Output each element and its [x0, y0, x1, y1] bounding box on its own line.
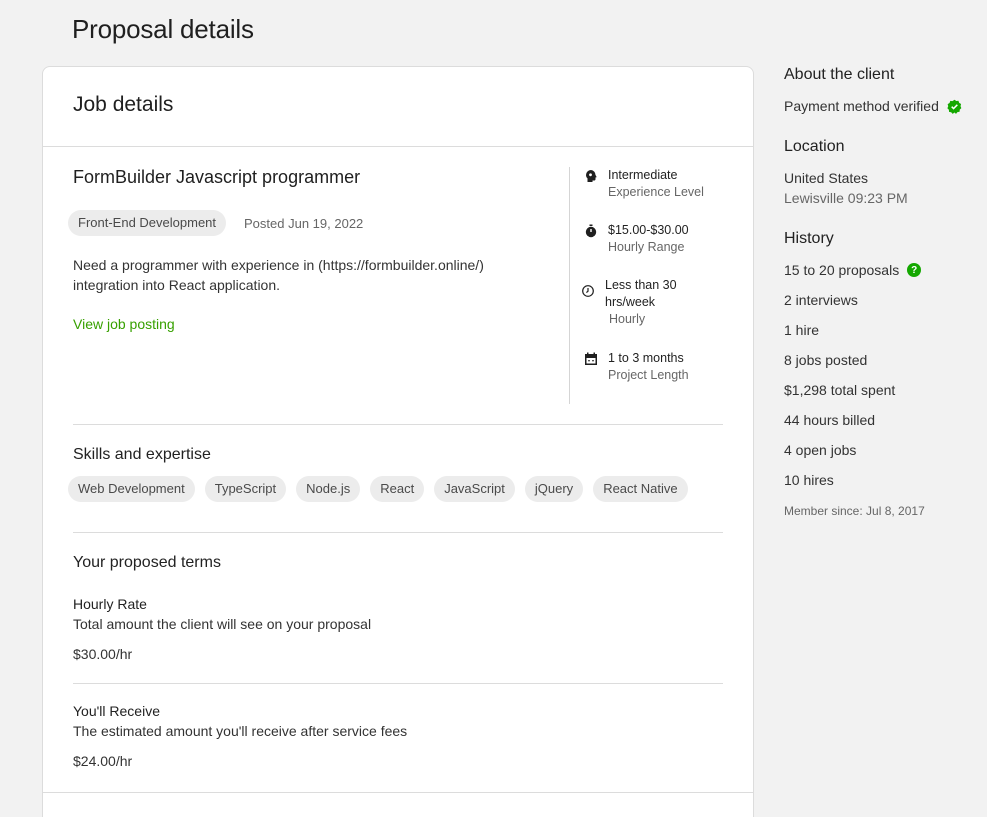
terms-heading: Your proposed terms: [73, 554, 221, 571]
history-interviews: 2 interviews: [784, 292, 858, 308]
hourly-rate-label: Hourly Rate: [73, 596, 147, 612]
history-total-spent: $1,298 total spent: [784, 382, 896, 398]
job-meta-row: Front-End Development Posted Jun 19, 202…: [68, 210, 363, 236]
attr-sub: Hourly Range: [608, 240, 685, 254]
client-heading: About the client: [784, 66, 895, 83]
help-icon[interactable]: ?: [907, 263, 922, 277]
skill-chip[interactable]: JavaScript: [434, 476, 515, 502]
verified-check-icon: [947, 99, 962, 114]
payment-status: Payment method verified: [784, 98, 962, 114]
history-hire: 1 hire: [784, 322, 820, 338]
skill-chip[interactable]: React: [370, 476, 425, 502]
skill-chip[interactable]: TypeScript: [204, 476, 287, 502]
receive-description: The estimated amount you'll receive afte…: [73, 723, 408, 739]
attr-hourly-range: $15.00-$30.00 Hourly Range: [584, 222, 689, 256]
view-job-posting-link[interactable]: View job posting: [73, 316, 175, 332]
job-details-card: Job details FormBuilder Javascript progr…: [42, 66, 754, 817]
calendar-icon: [585, 352, 597, 365]
attr-main: Intermediate: [608, 168, 678, 182]
hourly-rate-description: Total amount the client will see on your…: [73, 616, 372, 632]
history-hours-billed: 44 hours billed: [784, 412, 876, 428]
attr-experience: Intermediate Experience Level: [584, 167, 704, 201]
divider: [73, 683, 723, 684]
stopwatch-icon: [585, 224, 597, 238]
receive-value: $24.00/hr: [73, 753, 133, 769]
attr-main: Less than 30 hrs/week: [605, 278, 677, 309]
attr-project-length: 1 to 3 months Project Length: [584, 350, 689, 384]
client-country: United States: [784, 170, 869, 186]
attr-hours: Less than 30 hrs/week Hourly: [581, 277, 705, 328]
skills-list: Web Development TypeScript Node.js React…: [68, 476, 688, 502]
clock-icon: [582, 285, 594, 297]
category-chip[interactable]: Front-End Development: [68, 210, 227, 236]
history-hires: 10 hires: [784, 472, 834, 488]
attr-main: $15.00-$30.00: [608, 223, 689, 237]
posted-date: Posted Jun 19, 2022: [244, 215, 364, 231]
divider: [73, 424, 723, 425]
skill-chip[interactable]: Web Development: [68, 476, 195, 502]
job-description: Need a programmer with experience in (ht…: [73, 257, 484, 293]
brain-icon: [586, 170, 597, 182]
proposals-text: 15 to 20 proposals: [784, 262, 900, 278]
job-attributes: Intermediate Experience Level $15.00-$30…: [569, 167, 729, 404]
skills-heading: Skills and expertise: [73, 446, 211, 463]
page-title: Proposal details: [72, 14, 254, 44]
card-title: Job details: [73, 93, 174, 116]
hourly-rate-value: $30.00/hr: [73, 646, 133, 662]
skill-chip[interactable]: React Native: [593, 476, 688, 502]
attr-sub: Experience Level: [608, 185, 704, 199]
divider: [73, 532, 723, 533]
client-city-time: Lewisville 09:23 PM: [784, 190, 908, 206]
divider: [43, 792, 753, 793]
card-header: Job details: [43, 67, 753, 147]
attr-sub: Project Length: [608, 368, 689, 382]
skill-chip[interactable]: Node.js: [296, 476, 361, 502]
location-heading: Location: [784, 138, 845, 155]
history-jobs-posted: 8 jobs posted: [784, 352, 868, 368]
history-proposals: 15 to 20 proposals ?: [784, 262, 922, 278]
skill-chip[interactable]: jQuery: [524, 476, 584, 502]
history-heading: History: [784, 230, 834, 247]
attr-sub: Hourly: [609, 312, 646, 326]
payment-verified-text: Payment method verified: [784, 98, 939, 114]
history-open-jobs: 4 open jobs: [784, 442, 857, 458]
member-since: Member since: Jul 8, 2017: [784, 504, 925, 518]
attr-main: 1 to 3 months: [608, 351, 684, 365]
job-title: FormBuilder Javascript programmer: [73, 167, 361, 187]
receive-label: You'll Receive: [73, 703, 160, 719]
